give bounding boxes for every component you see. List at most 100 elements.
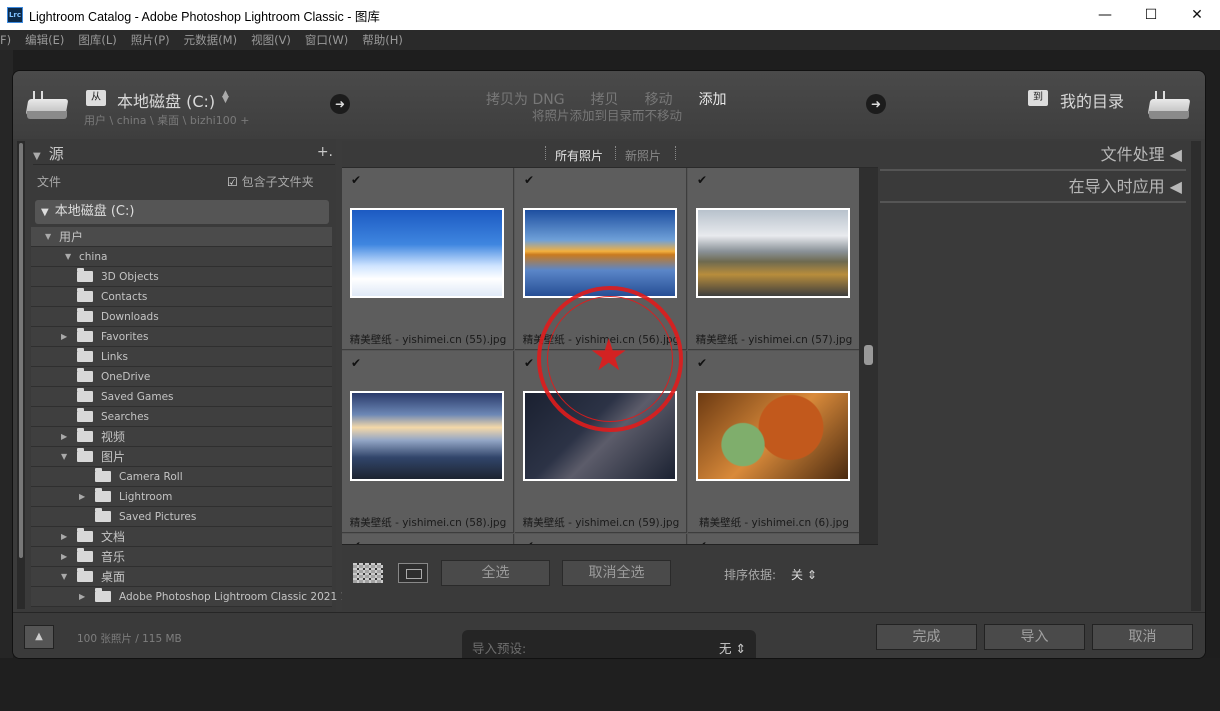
folder-icon <box>77 288 93 302</box>
folder-tree-label: Saved Pictures <box>119 511 197 523</box>
folder-tree-item[interactable]: ▶ Lightroom <box>31 487 332 507</box>
sort-dropdown[interactable]: 关 ⇕ <box>791 566 817 583</box>
expanded-triangle-icon[interactable]: ▼ <box>45 227 55 247</box>
menu-library[interactable]: 图库(L) <box>78 32 116 48</box>
thumbnail-checkbox[interactable]: ✔ <box>697 356 707 370</box>
folder-tree-item[interactable]: ▶ 音乐 <box>31 547 332 567</box>
thumbnail-caption: 精美壁纸 - yishimei.cn (57).jpg <box>695 334 853 346</box>
menu-window[interactable]: 窗口(W) <box>305 32 348 48</box>
source-scrollbar[interactable] <box>17 141 25 609</box>
thumbnail-checkbox[interactable]: ✔ <box>697 173 707 187</box>
folder-tree-item[interactable]: Links <box>31 347 332 367</box>
folder-icon <box>77 408 93 422</box>
collapsed-triangle-icon[interactable]: ▶ <box>61 327 71 347</box>
collapsed-triangle-icon[interactable]: ▶ <box>61 547 71 567</box>
folder-icon <box>77 328 93 342</box>
expanded-triangle-icon[interactable]: ▼ <box>65 247 75 267</box>
thumbnail-checkbox[interactable]: ✔ <box>351 356 361 370</box>
grid-scrollbar[interactable] <box>859 168 878 544</box>
folder-tree-item[interactable]: ▼ 桌面 <box>31 567 332 587</box>
collapsed-triangle-icon[interactable]: ▶ <box>79 587 89 607</box>
mode-add[interactable]: 添加 <box>699 89 727 109</box>
import-preset-dropdown[interactable]: 无 ⇕ <box>719 638 746 657</box>
minimize-button[interactable]: — <box>1082 0 1128 30</box>
expanded-triangle-icon[interactable]: ▼ <box>61 447 71 467</box>
folder-tree-label: 文档 <box>101 530 126 544</box>
folder-tree-item[interactable]: ▶ 视频 <box>31 427 332 447</box>
menu-metadata[interactable]: 元数据(M) <box>184 32 237 48</box>
collapsed-triangle-icon[interactable]: ▶ <box>61 527 71 547</box>
photo-thumbnail[interactable] <box>350 391 504 481</box>
file-handling-header[interactable]: 文件处理 ◀ <box>880 141 1186 171</box>
include-subfolders-checkbox[interactable]: ☑ 包含子文件夹 <box>227 173 314 190</box>
thumbnail-cell[interactable]: ✔ 精美壁纸 - yishimei.cn (55).jpg <box>342 168 514 350</box>
thumbnail-cell-partial[interactable]: ✔ <box>688 534 859 544</box>
folder-tree-item[interactable]: Searches <box>31 407 332 427</box>
destination-name: 我的目录 <box>1060 92 1125 111</box>
disk-c-row[interactable]: ▼ 本地磁盘 (C:) <box>35 200 329 224</box>
thumbnail-cell-partial[interactable]: ✔ <box>342 534 514 544</box>
thumbnail-checkbox[interactable]: ✔ <box>351 173 361 187</box>
folder-icon <box>77 368 93 382</box>
collapsed-triangle-icon[interactable]: ▶ <box>79 487 89 507</box>
expanded-triangle-icon[interactable]: ▼ <box>61 567 71 587</box>
folder-tree-item[interactable]: Saved Games <box>31 387 332 407</box>
right-panel-scrollbar[interactable] <box>1191 141 1201 611</box>
add-source-icon[interactable]: +. <box>317 144 333 160</box>
right-panel: 文件处理 ◀ 在导入时应用 ◀ <box>878 141 1191 611</box>
folder-tree-item[interactable]: Camera Roll <box>31 467 332 487</box>
grid-view-icon[interactable] <box>353 563 383 583</box>
collapsed-triangle-icon[interactable]: ▶ <box>61 427 71 447</box>
tab-new-photos[interactable]: 新照片 <box>625 147 661 164</box>
folder-tree-item[interactable]: ▼ 用户 <box>31 227 332 247</box>
folder-tree-item[interactable]: 3D Objects <box>31 267 332 287</box>
thumbnail-cell-partial[interactable]: ✔ <box>515 534 687 544</box>
collapse-button[interactable]: ▲ <box>24 625 54 649</box>
menu-edit[interactable]: 编辑(E) <box>25 32 64 48</box>
folder-icon <box>77 548 93 562</box>
source-panel-header[interactable]: ▼ 源 +. <box>33 143 335 165</box>
folder-tree-item[interactable]: Downloads <box>31 307 332 327</box>
select-all-button[interactable]: 全选 <box>441 560 550 586</box>
loupe-view-icon[interactable] <box>398 563 428 583</box>
menu-file[interactable]: F) <box>0 33 11 47</box>
source-name[interactable]: 本地磁盘 (C:) <box>117 88 215 112</box>
cancel-button[interactable]: 取消 <box>1092 624 1193 650</box>
maximize-button[interactable]: ☐ <box>1128 0 1174 30</box>
close-button[interactable]: ✕ <box>1174 0 1220 30</box>
menu-help[interactable]: 帮助(H) <box>362 32 403 48</box>
photo-thumbnail[interactable] <box>523 208 677 298</box>
import-preset[interactable]: 导入预设: 无 ⇕ <box>462 630 756 658</box>
done-button[interactable]: 完成 <box>876 624 977 650</box>
folder-tree-label: 用户 <box>59 230 84 244</box>
thumbnail-cell[interactable]: ✔ 精美壁纸 - yishimei.cn (6).jpg <box>688 351 859 533</box>
photo-thumbnail[interactable] <box>696 391 850 481</box>
folder-tree-label: Links <box>101 351 128 363</box>
folder-tree-item[interactable]: ▼ 图片 <box>31 447 332 467</box>
import-button[interactable]: 导入 <box>984 624 1085 650</box>
tab-all-photos[interactable]: 所有照片 <box>555 147 603 164</box>
source-dropdown-icon[interactable]: ▲ ▼ <box>222 90 229 105</box>
folder-tree-item[interactable]: OneDrive <box>31 367 332 387</box>
folder-tree-label: Searches <box>101 411 150 423</box>
folder-tree-item[interactable]: ▶ Favorites <box>31 327 332 347</box>
folder-tree-item[interactable]: ▶ Adobe Photoshop Lightroom Classic 2021 … <box>31 587 357 607</box>
watermark-stamp: ★ <box>537 286 683 432</box>
grid-tabs: 所有照片 新照片 <box>342 141 878 168</box>
collapse-triangle-icon: ▼ <box>33 151 41 162</box>
folder-tree-item[interactable]: Contacts <box>31 287 332 307</box>
folder-tree-item[interactable]: ▼ china <box>31 247 332 267</box>
menu-view[interactable]: 视图(V) <box>251 32 291 48</box>
photo-thumbnail[interactable] <box>696 208 850 298</box>
deselect-all-button[interactable]: 取消全选 <box>562 560 671 586</box>
thumbnail-cell[interactable]: ✔ 精美壁纸 - yishimei.cn (57).jpg <box>688 168 859 350</box>
thumbnail-cell[interactable]: ✔ 精美壁纸 - yishimei.cn (58).jpg <box>342 351 514 533</box>
menu-photo[interactable]: 照片(P) <box>131 32 170 48</box>
folder-tree-label: 3D Objects <box>101 271 159 283</box>
thumbnail-checkbox[interactable]: ✔ <box>524 356 534 370</box>
thumbnail-checkbox[interactable]: ✔ <box>524 173 534 187</box>
apply-during-import-header[interactable]: 在导入时应用 ◀ <box>880 173 1186 203</box>
folder-tree-item[interactable]: Saved Pictures <box>31 507 332 527</box>
photo-thumbnail[interactable] <box>350 208 504 298</box>
folder-tree-item[interactable]: ▶ 文档 <box>31 527 332 547</box>
